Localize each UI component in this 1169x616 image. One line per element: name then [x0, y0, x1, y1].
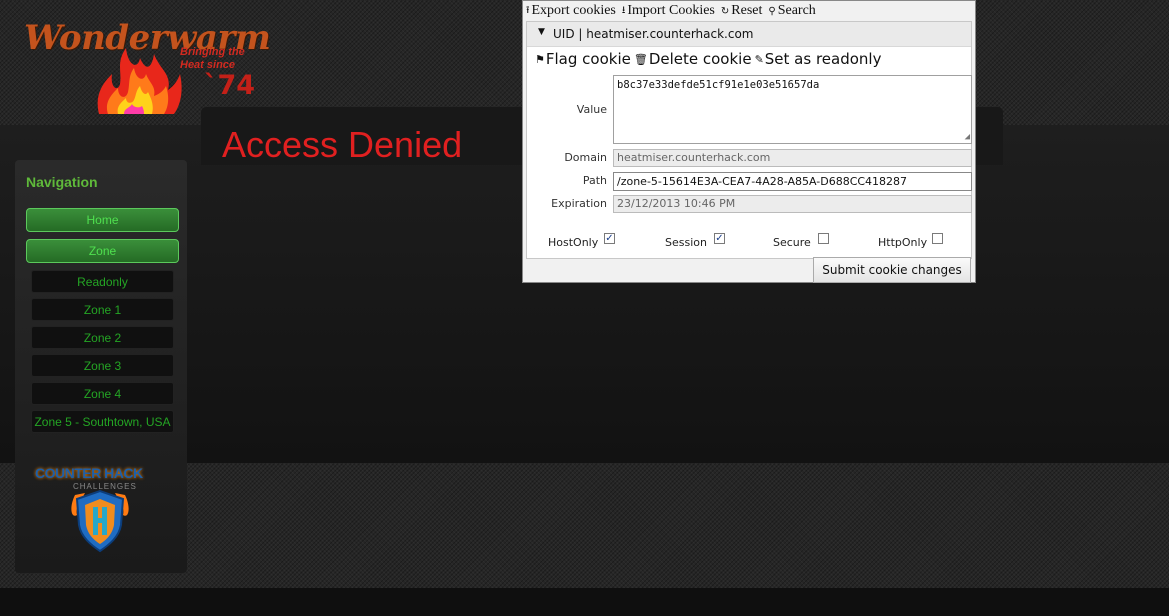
path-label: Path	[582, 174, 607, 187]
nav-item-zone-5[interactable]: Zone 5 - Southtown, USA	[31, 410, 174, 433]
value-text: b8c37e33defde51cf91e1e03e51657da	[617, 79, 820, 91]
import-icon: ⭳	[621, 4, 626, 16]
hostonly-label: HostOnly	[548, 236, 599, 249]
cookie-header[interactable]: ▼ UID | heatmiser.counterhack.com	[527, 22, 971, 47]
flag-cookie-label: Flag cookie	[545, 50, 631, 68]
hostonly-checkbox[interactable]: ✓	[604, 233, 615, 244]
expiration-label: Expiration	[551, 197, 607, 210]
nav-item-zone-1[interactable]: Zone 1	[31, 298, 174, 321]
shield-icon	[71, 489, 129, 553]
nav-item-zone-2[interactable]: Zone 2	[31, 326, 174, 349]
wonderwarm-logo[interactable]: Wonderwarm Bringing the Heat since `74	[22, 18, 272, 120]
nav-item-label: Zone 2	[83, 330, 122, 345]
value-textarea[interactable]: b8c37e33defde51cf91e1e03e51657da ◢	[613, 75, 972, 144]
counterhack-logo-text: COUNTER HACK	[35, 465, 143, 481]
submit-cookie-changes-button[interactable]: Submit cookie changes	[813, 257, 971, 283]
flag-icon: ⚑	[535, 52, 545, 66]
session-checkbox[interactable]: ✓	[714, 233, 725, 244]
cookie-editor-popup: ⭱ Export cookies ⭳ Import Cookies ↻ Rese…	[522, 0, 976, 283]
logo-tagline: Bringing the Heat since	[180, 46, 245, 71]
nav-item-label: Zone 3	[83, 358, 122, 373]
pin-icon: ✎	[754, 52, 764, 66]
nav-item-label: Home	[86, 213, 119, 227]
nav-item-home[interactable]: Home	[26, 208, 179, 232]
export-cookies-button[interactable]: ⭱ Export cookies	[526, 2, 616, 20]
import-cookies-button[interactable]: ⭳ Import Cookies	[622, 2, 715, 20]
domain-field: heatmiser.counterhack.com	[613, 149, 972, 167]
nav-item-zone-4[interactable]: Zone 4	[31, 382, 174, 405]
export-cookies-label: Export cookies	[531, 3, 616, 18]
value-label: Value	[576, 103, 607, 116]
search-button[interactable]: ⚲ Search	[768, 2, 815, 20]
page-title: Access Denied	[222, 124, 463, 165]
resize-grip-icon[interactable]: ◢	[965, 132, 970, 142]
navigation-title: Navigation	[26, 174, 98, 190]
cookie-editor-toolbar: ⭱ Export cookies ⭳ Import Cookies ↻ Rese…	[526, 2, 822, 20]
cookie-panel: ▼ UID | heatmiser.counterhack.com ⚑ Flag…	[526, 21, 972, 259]
set-readonly-label: Set as readonly	[764, 50, 882, 68]
domain-label: Domain	[564, 151, 607, 164]
delete-cookie-label: Delete cookie	[648, 50, 752, 68]
cookie-header-title: UID | heatmiser.counterhack.com	[553, 27, 754, 41]
secure-checkbox[interactable]	[818, 233, 829, 244]
nav-item-label: Zone 5 - Southtown, USA	[34, 414, 171, 429]
flame-icon	[97, 48, 182, 114]
reset-icon: ↻	[720, 5, 730, 17]
import-cookies-label: Import Cookies	[627, 3, 715, 18]
delete-cookie-button[interactable]: 🗑 Delete cookie	[634, 50, 752, 68]
flag-cookie-button[interactable]: ⚑ Flag cookie	[535, 50, 631, 68]
nav-item-label: Zone 1	[83, 302, 122, 317]
nav-item-label: Zone 4	[83, 386, 122, 401]
nav-item-zone-3[interactable]: Zone 3	[31, 354, 174, 377]
search-icon: ⚲	[768, 5, 776, 17]
session-label: Session	[665, 236, 707, 249]
collapse-arrow-icon[interactable]: ▼	[538, 27, 545, 37]
httponly-label: HttpOnly	[878, 236, 928, 249]
nav-item-zone[interactable]: Zone	[26, 239, 179, 263]
logo-year: `74	[204, 70, 256, 101]
trash-icon: 🗑	[633, 52, 648, 66]
export-icon: ⭱	[526, 4, 530, 16]
secure-label: Secure	[773, 236, 811, 249]
reset-button[interactable]: ↻ Reset	[721, 2, 763, 20]
nav-item-label: Readonly	[77, 274, 128, 289]
counterhack-logo[interactable]: COUNTER HACK CHALLENGES	[33, 455, 169, 555]
httponly-checkbox[interactable]	[932, 233, 943, 244]
path-field[interactable]: /zone-5-15614E3A-CEA7-4A28-A85A-D688CC41…	[613, 172, 972, 191]
search-label: Search	[777, 3, 816, 18]
nav-item-label: Zone	[88, 244, 117, 258]
nav-item-readonly[interactable]: Readonly	[31, 270, 174, 293]
submit-label: Submit cookie changes	[822, 263, 962, 277]
expiration-field: 23/12/2013 10:46 PM	[613, 195, 972, 213]
footer	[0, 588, 1169, 616]
cookie-actions: ⚑ Flag cookie 🗑 Delete cookie ✎ Set as r…	[535, 50, 884, 68]
set-readonly-button[interactable]: ✎ Set as readonly	[755, 50, 882, 68]
reset-label: Reset	[731, 3, 763, 18]
